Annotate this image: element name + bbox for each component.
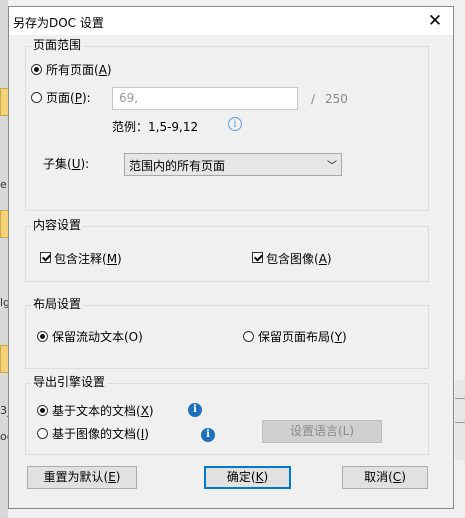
total-pages: 250 — [325, 92, 348, 106]
include-comments-checkbox[interactable] — [40, 252, 51, 263]
ok-button[interactable]: 确定(K) — [204, 466, 291, 489]
text-doc-label[interactable]: 基于文本的文档(X) — [52, 404, 154, 418]
flow-text-label[interactable]: 保留流动文本(O) — [52, 330, 143, 344]
background-divider — [455, 398, 465, 399]
background-divider — [455, 422, 465, 423]
content-label: 内容设置 — [31, 218, 84, 232]
close-button[interactable]: ✕ — [425, 11, 445, 31]
page-layout-label[interactable]: 保留页面布局(Y) — [258, 330, 347, 344]
flow-text-radio[interactable] — [37, 331, 48, 342]
all-pages-radio[interactable] — [31, 64, 42, 75]
reset-default-button[interactable]: 重置为默认(E) — [27, 466, 137, 489]
background-text: e — [0, 178, 7, 191]
page-range-label: 页面范围 — [31, 38, 84, 52]
pages-radio[interactable] — [31, 92, 42, 103]
subset-select[interactable]: 范围内的所有页面 ﹀ — [124, 153, 342, 176]
save-as-doc-dialog: 另存为DOC 设置 ✕ 页面范围 所有页面(A) 页面(P): 69, / 25… — [8, 6, 454, 509]
cancel-button[interactable]: 取消(C) — [342, 466, 428, 489]
image-doc-label[interactable]: 基于图像的文档(I) — [52, 427, 149, 441]
dialog-title: 另存为DOC 设置 — [13, 16, 104, 30]
export-engine-label: 导出引擎设置 — [31, 375, 108, 389]
page-separator: / — [311, 92, 316, 106]
subset-select-value: 范围内的所有页面 — [129, 159, 226, 173]
include-comments-label[interactable]: 包含注释(M) — [54, 252, 122, 266]
page-layout-radio[interactable] — [243, 331, 254, 342]
include-images-checkbox[interactable] — [252, 252, 263, 263]
subset-label: 子集(U): — [43, 157, 90, 171]
text-doc-radio[interactable] — [37, 405, 48, 416]
all-pages-label[interactable]: 所有页面(A) — [46, 63, 112, 77]
set-language-button[interactable]: 设置语言(L) — [262, 420, 382, 443]
layout-label: 布局设置 — [31, 297, 84, 311]
include-images-label[interactable]: 包含图像(A) — [266, 252, 332, 266]
pages-input[interactable]: 69, — [112, 87, 298, 110]
example-text: 范例：1,5-9,12 — [112, 120, 199, 134]
chevron-down-icon: ﹀ — [327, 161, 337, 172]
export-engine-group: 导出引擎设置 — [25, 375, 429, 455]
image-doc-radio[interactable] — [37, 428, 48, 439]
title-bar: 另存为DOC 设置 ✕ — [9, 7, 453, 35]
info-icon[interactable]: i — [228, 117, 242, 131]
info-icon[interactable]: i — [188, 403, 202, 417]
info-icon[interactable]: i — [201, 428, 215, 442]
pages-label[interactable]: 页面(P): — [46, 91, 91, 105]
background-window-edge — [455, 380, 465, 460]
